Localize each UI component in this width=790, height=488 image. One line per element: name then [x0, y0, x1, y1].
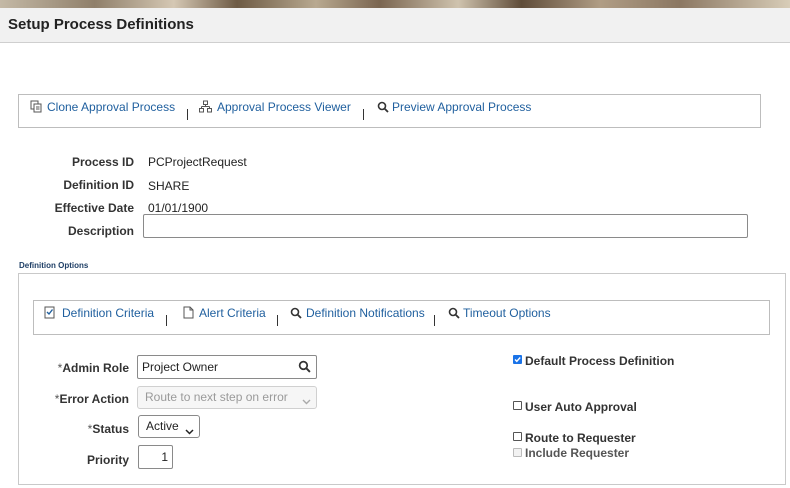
priority-label: Priority: [86, 453, 129, 467]
include-requester-checkbox: [513, 448, 522, 457]
admin-role-label-text: Admin Role: [62, 361, 129, 375]
chevron-down-icon: [302, 394, 311, 408]
user-auto-approval-label: User Auto Approval: [525, 400, 637, 414]
error-action-select[interactable]: Route to next step on error: [137, 386, 317, 409]
chevron-down-icon: [185, 424, 194, 438]
timeout-options-link[interactable]: Timeout Options: [463, 306, 551, 320]
definition-id-value: SHARE: [148, 179, 190, 193]
status-value: Active: [146, 419, 179, 433]
clone-icon: [30, 100, 43, 116]
clone-approval-process-link[interactable]: Clone Approval Process: [47, 100, 175, 114]
default-process-label: Default Process Definition: [525, 354, 675, 368]
definition-id-label: Definition ID: [63, 178, 134, 192]
admin-role-lookup-icon[interactable]: [298, 360, 311, 376]
effective-date-label: Effective Date: [54, 201, 134, 215]
route-to-requester-label: Route to Requester: [525, 431, 636, 445]
user-auto-approval-checkbox[interactable]: [513, 401, 522, 410]
alert-criteria-link[interactable]: Alert Criteria: [199, 306, 266, 320]
status-label: *Status: [40, 422, 129, 436]
link-separator: [434, 315, 435, 326]
admin-role-label: *Admin Role: [40, 361, 129, 375]
default-process-checkbox[interactable]: [513, 355, 522, 364]
document-icon: [183, 306, 194, 322]
hierarchy-icon: [199, 100, 212, 116]
definition-criteria-link[interactable]: Definition Criteria: [62, 306, 154, 320]
magnifier-icon: [448, 307, 460, 322]
process-id-label: Process ID: [71, 155, 134, 169]
admin-role-value: Project Owner: [142, 360, 219, 374]
route-to-requester-checkbox[interactable]: [513, 432, 522, 441]
magnifier-icon: [377, 101, 389, 116]
status-label-text: Status: [92, 422, 129, 436]
effective-date-value: 01/01/1900: [148, 201, 209, 215]
criteria-icon: [44, 306, 56, 322]
error-action-label: *Error Action: [40, 392, 129, 406]
link-separator: [166, 315, 167, 326]
top-banner-image: [0, 0, 790, 8]
definition-notifications-link[interactable]: Definition Notifications: [306, 306, 425, 320]
admin-role-input[interactable]: Project Owner: [137, 355, 317, 379]
page-title: Setup Process Definitions: [8, 16, 194, 33]
error-action-label-text: Error Action: [59, 392, 129, 406]
include-requester-label: Include Requester: [525, 446, 630, 460]
priority-input[interactable]: [138, 445, 173, 469]
approval-process-viewer-link[interactable]: Approval Process Viewer: [217, 100, 351, 114]
link-separator: [363, 109, 364, 120]
description-input[interactable]: [143, 214, 748, 238]
magnifier-icon: [290, 307, 302, 322]
process-id-value: PCProjectRequest: [148, 155, 247, 169]
preview-approval-process-link[interactable]: Preview Approval Process: [392, 100, 531, 114]
description-label: Description: [67, 224, 134, 238]
link-separator: [187, 109, 188, 120]
error-action-value: Route to next step on error: [145, 390, 288, 404]
link-separator: [277, 315, 278, 326]
definition-options-title: Definition Options: [19, 261, 89, 270]
